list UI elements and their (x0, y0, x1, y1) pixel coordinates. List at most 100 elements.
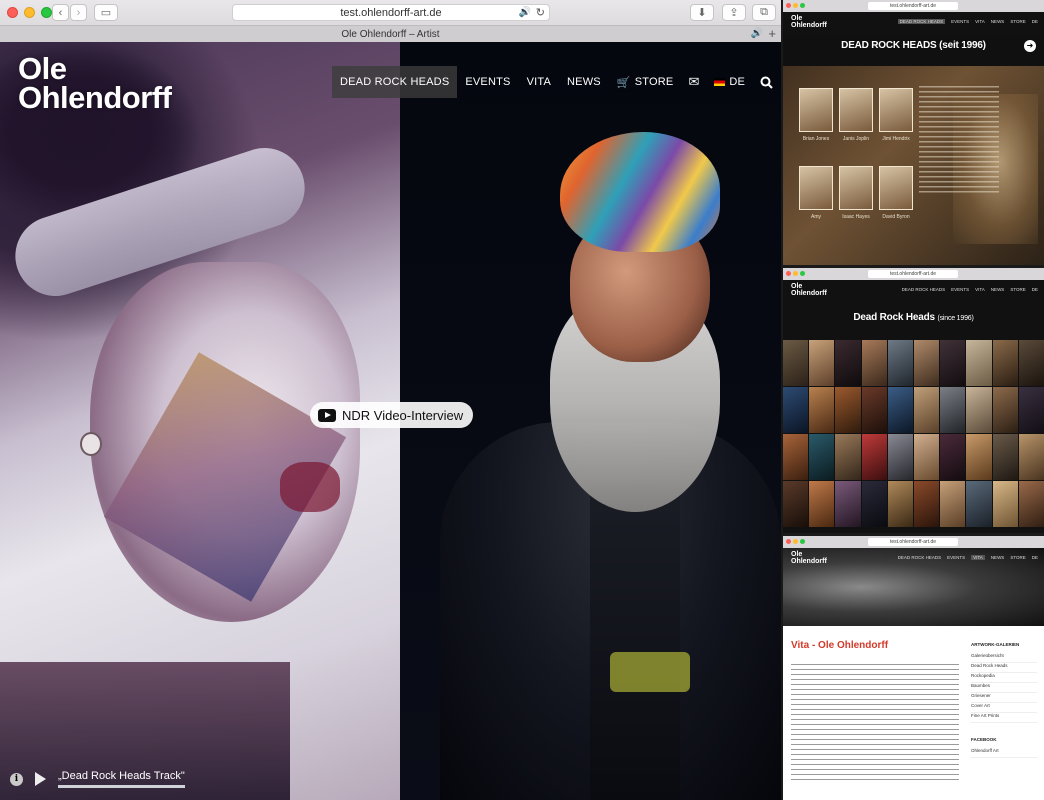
info-icon[interactable]: i (10, 772, 23, 786)
downloads-button[interactable]: ⬇ (690, 4, 714, 21)
nav-vita[interactable]: VITA (519, 66, 559, 98)
mini-nav-item: EVENTS (947, 555, 966, 560)
mini-nav-item: DEAD ROCK HEADS (897, 19, 946, 24)
address-bar[interactable]: test.ohlendorff-art.de 🔊 ↻ (232, 4, 550, 21)
portrait-caption: Isaac Hayes (842, 214, 870, 220)
mini-nav-item: NEWS (990, 555, 1005, 560)
sidebar-link: Baumbes (971, 683, 1037, 693)
t1-page-title: DEAD ROCK HEADS (seit 1996) (841, 40, 986, 51)
tabs-overview-button[interactable]: ⧉ (752, 4, 776, 21)
mini-nav: DEAD ROCK HEADS EVENTS VITA NEWS STORE D… (902, 287, 1038, 292)
minimize-window-button[interactable] (24, 7, 35, 18)
facebook-icon[interactable]: f (780, 66, 781, 98)
portrait-caption: Brian Jones (802, 136, 830, 142)
sidebar-link: Galerieübersicht (971, 653, 1037, 663)
portrait-thumb (879, 166, 913, 210)
mini-url: test.ohlendorff-art.de (868, 2, 958, 10)
sidebar-toggle-button[interactable]: ▭ (94, 4, 118, 21)
mini-nav: DEAD ROCK HEADS EVENTS VITA NEWS STORE D… (897, 19, 1038, 24)
language-switcher[interactable]: DE (706, 66, 753, 98)
mini-url: test.ohlendorff-art.de (868, 538, 958, 546)
t2-page-title: Dead Rock Heads (since 1996) (783, 302, 1044, 323)
mini-nav-item: DEAD ROCK HEADS (901, 287, 946, 292)
video-interview-label: NDR Video-Interview (342, 407, 464, 423)
zoom-window-button[interactable] (41, 7, 52, 18)
nav-dead-rock-heads[interactable]: DEAD ROCK HEADS (332, 66, 458, 98)
search-icon[interactable] (753, 66, 780, 98)
mini-logo: Ole Ohlendorff (791, 283, 827, 297)
tab-audio-icon[interactable]: 🔊 (751, 28, 763, 39)
window-controls (7, 7, 52, 18)
nav-events[interactable]: EVENTS (457, 66, 518, 98)
sidebar-icon: ▭ (100, 7, 112, 19)
close-window-button[interactable] (7, 7, 18, 18)
main-nav: DEAD ROCK HEADS EVENTS VITA NEWS 🛒 STORE … (332, 66, 781, 98)
new-tab-button[interactable]: + (768, 26, 776, 41)
logo-line-1: Ole (18, 51, 67, 86)
sidebar-link: Griesener (971, 693, 1037, 703)
portrait-thumb (799, 166, 833, 210)
hero-section: Ole Ohlendorff DEAD ROCK HEADS EVENTS VI… (0, 42, 781, 800)
t2-title-main: Dead Rock Heads (853, 312, 935, 323)
mini-logo: Ole Ohlendorff (791, 15, 827, 29)
thumbnail-dead-rock-heads-en: test.ohlendorff-art.de Ole Ohlendorff DE… (783, 268, 1044, 533)
forward-button[interactable]: › (70, 4, 87, 21)
play-icon[interactable] (35, 772, 46, 786)
nav-store[interactable]: 🛒 STORE (609, 66, 682, 98)
mini-logo-line-2: Ohlendorff (791, 22, 827, 29)
mini-nav-item: STORE (1010, 555, 1026, 560)
t1-content: DEAD ROCK HEADS (seit 1996) ➜ Brian Jone… (783, 34, 1044, 265)
german-flag-icon (714, 78, 726, 86)
mini-nav-item: STORE (1010, 287, 1026, 292)
portrait-thumb (879, 88, 913, 132)
t3-sidebar: ARTWORK-GALERIEN Galerieübersicht Dead R… (971, 642, 1037, 758)
mini-browser-toolbar: test.ohlendorff-art.de (783, 268, 1044, 280)
portrait-thumb (839, 166, 873, 210)
sidebar-link: Rockopedia (971, 673, 1037, 683)
chevron-right-icon: › (76, 6, 81, 19)
speaker-icon[interactable]: 🔊 (519, 7, 531, 18)
portrait-caption: Jimi Hendrix (882, 136, 910, 142)
t3-body-text (791, 664, 959, 784)
mini-nav-item: VITA (971, 555, 985, 560)
language-label: DE (729, 76, 746, 88)
sidebar-heading: ARTWORK-GALERIEN (971, 642, 1020, 647)
mini-logo-line-2: Ohlendorff (791, 558, 827, 565)
mini-logo-line-1: Ole (791, 15, 803, 22)
mini-nav-item: VITA (975, 287, 985, 292)
portrait-thumb (839, 88, 873, 132)
youtube-play-icon (318, 408, 336, 422)
sidebar-link: Fine Art Prints (971, 713, 1037, 723)
facebook-page-name: Ohlendorff Art (971, 748, 1037, 758)
mini-nav-item: STORE (1010, 19, 1026, 24)
mail-icon[interactable]: ✉ (681, 66, 706, 98)
track-title[interactable]: „Dead Rock Heads Track" (58, 770, 185, 788)
cart-icon: 🛒 (616, 76, 631, 89)
mini-nav-item: DE (1031, 287, 1038, 292)
screen: ‹ › ▭ test.ohlendorff-art.de 🔊 ↻ ⬇ ⇪ ⧉ O… (0, 0, 1044, 800)
download-icon: ⬇ (697, 7, 707, 19)
mini-nav-item: EVENTS (951, 19, 970, 24)
portrait-caption: David Byron (882, 214, 910, 220)
mini-nav-item: VITA (975, 19, 985, 24)
tab-title[interactable]: Ole Ohlendorff – Artist (341, 29, 439, 40)
back-button[interactable]: ‹ (52, 4, 69, 21)
t2-portrait-grid (783, 340, 1044, 527)
video-interview-button[interactable]: NDR Video-Interview (310, 402, 474, 428)
mini-url: test.ohlendorff-art.de (868, 270, 958, 278)
mini-header: Ole Ohlendorff DEAD ROCK HEADS EVENTS VI… (783, 12, 1044, 34)
chevron-left-icon: ‹ (58, 6, 63, 19)
url-text: test.ohlendorff-art.de (340, 6, 442, 19)
nav-news[interactable]: NEWS (559, 66, 609, 98)
portrait-thumb (799, 88, 833, 132)
thumbnail-vita: test.ohlendorff-art.de Ole Ohlendorff DE… (783, 536, 1044, 800)
mini-nav-item: DE (1031, 19, 1038, 24)
t1-title-banner: DEAD ROCK HEADS (seit 1996) ➜ (783, 34, 1044, 66)
mini-logo-line-1: Ole (791, 551, 803, 558)
reload-icon[interactable]: ↻ (536, 6, 545, 19)
site-logo[interactable]: Ole Ohlendorff (18, 51, 172, 113)
portrait-caption: Amy (811, 214, 821, 220)
t1-portrait-grid: Brian Jones Janis Joplin Jimi Hendrix Am… (799, 88, 913, 240)
share-button[interactable]: ⇪ (722, 4, 746, 21)
share-icon: ⇪ (729, 7, 739, 19)
